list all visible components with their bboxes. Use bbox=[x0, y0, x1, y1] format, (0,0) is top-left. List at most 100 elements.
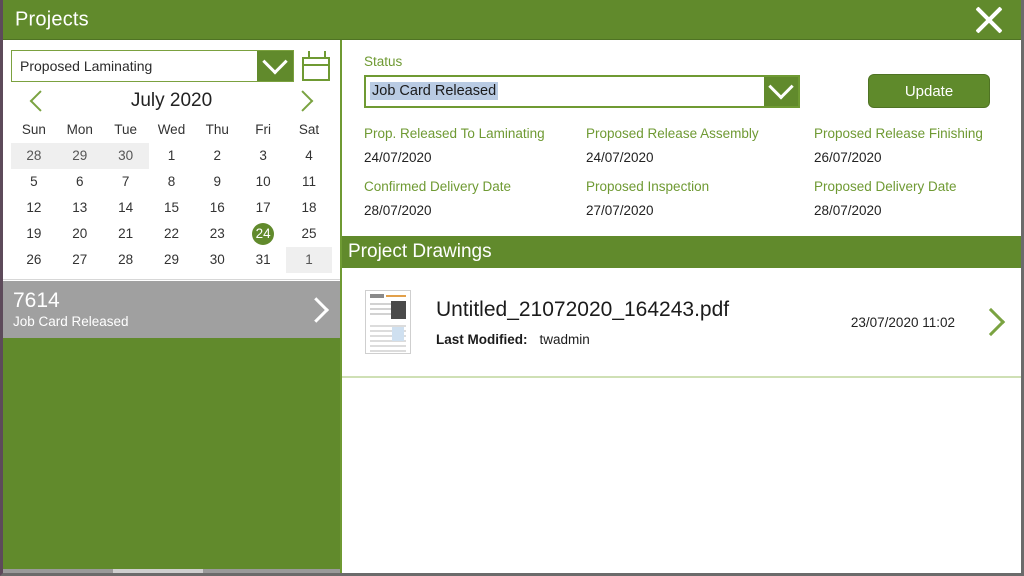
calendar-day-label: 11 bbox=[286, 169, 332, 195]
project-date-field: Proposed Inspection27/07/2020 bbox=[586, 179, 814, 226]
document-thumbnail bbox=[365, 290, 411, 354]
sidebar-scrollbar-thumb[interactable] bbox=[113, 569, 203, 573]
calendar-day-label: 22 bbox=[149, 221, 195, 247]
calendar-day[interactable]: 14 bbox=[103, 195, 149, 221]
calendar-day[interactable]: 8 bbox=[149, 169, 195, 195]
calendar-day[interactable]: 18 bbox=[286, 195, 332, 221]
calendar-day[interactable]: 29 bbox=[149, 247, 195, 273]
calendar-day[interactable]: 16 bbox=[194, 195, 240, 221]
project-date-field: Prop. Released To Laminating24/07/2020 bbox=[364, 126, 586, 173]
calendar-nav: July 2020 bbox=[11, 82, 332, 116]
calendar-day[interactable]: 1 bbox=[286, 247, 332, 273]
calendar-day[interactable]: 7 bbox=[103, 169, 149, 195]
calendar-day[interactable]: 11 bbox=[286, 169, 332, 195]
calendar-day-label: 24 bbox=[252, 223, 274, 245]
project-picker-row: Proposed Laminating bbox=[11, 50, 332, 82]
project-select-value: Proposed Laminating bbox=[12, 51, 257, 81]
calendar-day[interactable]: 17 bbox=[240, 195, 286, 221]
chevron-right-icon[interactable] bbox=[981, 309, 1007, 335]
calendar-day[interactable]: 6 bbox=[57, 169, 103, 195]
calendar-day[interactable]: 19 bbox=[11, 221, 57, 247]
calendar-day[interactable]: 3 bbox=[240, 143, 286, 169]
calendar-day-selected[interactable]: 24 bbox=[240, 221, 286, 247]
calendar-day[interactable]: 2 bbox=[194, 143, 240, 169]
calendar-day-label: 4 bbox=[286, 143, 332, 169]
calendar-day[interactable]: 30 bbox=[194, 247, 240, 273]
drawing-modified: Last Modified:twadmin bbox=[436, 332, 851, 347]
calendar-day[interactable]: 12 bbox=[11, 195, 57, 221]
calendar-day[interactable]: 26 bbox=[11, 247, 57, 273]
project-date-caption: Prop. Released To Laminating bbox=[364, 126, 586, 141]
calendar-day-label: 1 bbox=[149, 143, 195, 169]
calendar-day-label: 9 bbox=[194, 169, 240, 195]
page-title: Projects bbox=[15, 8, 89, 31]
calendar-day-label: 30 bbox=[194, 247, 240, 273]
calendar-icon[interactable] bbox=[302, 51, 332, 81]
calendar-day[interactable]: 25 bbox=[286, 221, 332, 247]
calendar-weekday: Mon bbox=[57, 118, 103, 143]
job-number: 7614 bbox=[13, 289, 308, 313]
calendar-day[interactable]: 4 bbox=[286, 143, 332, 169]
calendar-grid: Sun Mon Tue Wed Thu Fri Sat 282930123456… bbox=[11, 118, 332, 273]
project-date-field: Proposed Release Finishing26/07/2020 bbox=[814, 126, 1001, 173]
update-button[interactable]: Update bbox=[868, 74, 990, 108]
calendar-day-label: 31 bbox=[240, 247, 286, 273]
calendar-day-label: 28 bbox=[103, 247, 149, 273]
calendar-weekday: Thu bbox=[194, 118, 240, 143]
calendar-weekday: Sun bbox=[11, 118, 57, 143]
calendar-day-label: 29 bbox=[149, 247, 195, 273]
calendar-day-label: 6 bbox=[57, 169, 103, 195]
chevron-down-icon[interactable] bbox=[764, 77, 798, 106]
calendar-day-label: 29 bbox=[57, 143, 103, 169]
calendar-day[interactable]: 5 bbox=[11, 169, 57, 195]
calendar-day-label: 20 bbox=[57, 221, 103, 247]
calendar-panel: Proposed Laminating July 2020 Sun Mo bbox=[3, 40, 340, 280]
project-dates-grid: Prop. Released To Laminating24/07/2020Pr… bbox=[340, 116, 1021, 236]
project-date-value: 27/07/2020 bbox=[586, 203, 814, 218]
calendar-day[interactable]: 29 bbox=[57, 143, 103, 169]
calendar-day-label: 16 bbox=[194, 195, 240, 221]
calendar-day[interactable]: 27 bbox=[57, 247, 103, 273]
job-list: 7614Job Card Released bbox=[3, 280, 340, 573]
project-date-caption: Confirmed Delivery Date bbox=[364, 179, 586, 194]
chevron-down-icon[interactable] bbox=[257, 51, 293, 81]
job-list-item[interactable]: 7614Job Card Released bbox=[3, 280, 340, 338]
project-drawings-list: Untitled_21072020_164243.pdfLast Modifie… bbox=[340, 268, 1021, 573]
close-icon[interactable] bbox=[971, 2, 1007, 38]
chevron-left-icon[interactable] bbox=[27, 90, 49, 112]
calendar-day-label: 15 bbox=[149, 195, 195, 221]
drawing-modified-label: Last Modified: bbox=[436, 332, 528, 347]
calendar-day[interactable]: 28 bbox=[103, 247, 149, 273]
status-row: Job Card Released Update bbox=[364, 74, 1001, 108]
chevron-right-icon[interactable] bbox=[308, 299, 330, 321]
chevron-right-icon[interactable] bbox=[294, 90, 316, 112]
project-date-value: 28/07/2020 bbox=[364, 203, 586, 218]
calendar-week-row: 567891011 bbox=[11, 169, 332, 195]
sidebar-scrollbar[interactable] bbox=[3, 569, 340, 573]
calendar-week-row: 2829301234 bbox=[11, 143, 332, 169]
calendar-day[interactable]: 15 bbox=[149, 195, 195, 221]
calendar-day[interactable]: 21 bbox=[103, 221, 149, 247]
calendar-day[interactable]: 31 bbox=[240, 247, 286, 273]
calendar-day[interactable]: 10 bbox=[240, 169, 286, 195]
calendar-day[interactable]: 20 bbox=[57, 221, 103, 247]
calendar-day[interactable]: 23 bbox=[194, 221, 240, 247]
status-select[interactable]: Job Card Released bbox=[364, 75, 800, 108]
calendar-day[interactable]: 22 bbox=[149, 221, 195, 247]
calendar-week-row: 12131415161718 bbox=[11, 195, 332, 221]
calendar-day[interactable]: 13 bbox=[57, 195, 103, 221]
calendar-day[interactable]: 9 bbox=[194, 169, 240, 195]
calendar-day[interactable]: 1 bbox=[149, 143, 195, 169]
calendar-day-label: 28 bbox=[11, 143, 57, 169]
calendar-week-row: 1920212223 24 25 bbox=[11, 221, 332, 247]
project-date-field: Proposed Release Assembly24/07/2020 bbox=[586, 126, 814, 173]
calendar-day[interactable]: 30 bbox=[103, 143, 149, 169]
drawing-row[interactable]: Untitled_21072020_164243.pdfLast Modifie… bbox=[340, 268, 1021, 378]
project-select[interactable]: Proposed Laminating bbox=[11, 50, 294, 82]
status-section: Status Job Card Released Update bbox=[340, 40, 1021, 116]
calendar-day-label: 27 bbox=[57, 247, 103, 273]
calendar-day-label: 2 bbox=[194, 143, 240, 169]
calendar-day-label: 7 bbox=[103, 169, 149, 195]
calendar-day[interactable]: 28 bbox=[11, 143, 57, 169]
project-date-value: 26/07/2020 bbox=[814, 150, 1001, 165]
